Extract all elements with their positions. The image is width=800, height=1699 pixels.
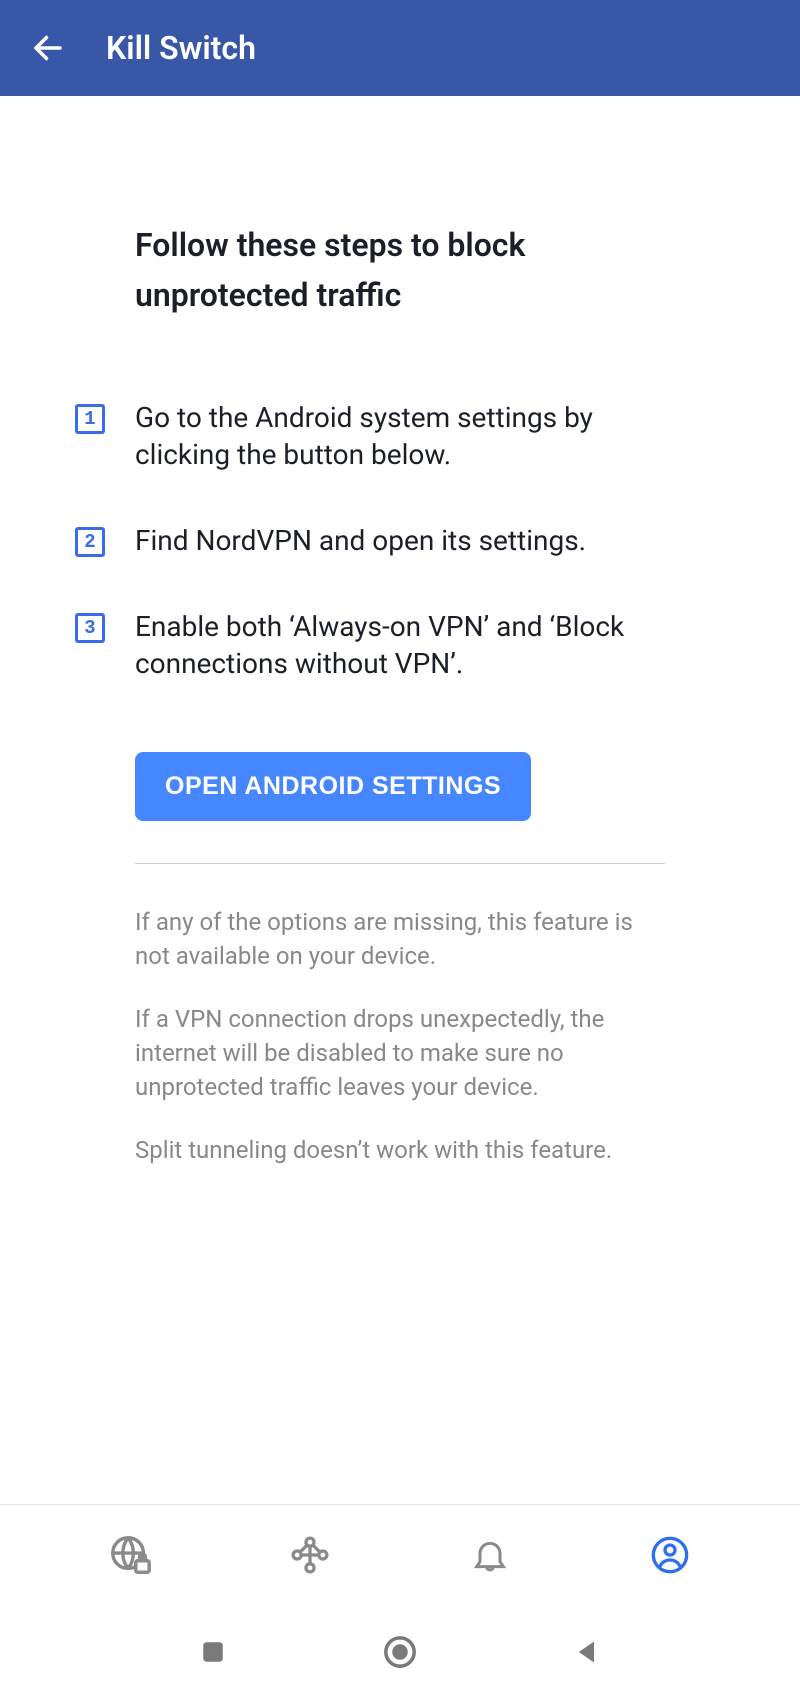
step-text: Find NordVPN and open its settings. <box>135 523 586 559</box>
nav-globe-lock[interactable] <box>105 1530 155 1580</box>
arrow-left-icon <box>30 30 66 66</box>
note-text: If a VPN connection drops unexpectedly, … <box>135 1003 665 1104</box>
page-title: Kill Switch <box>106 29 256 67</box>
back-button[interactable] <box>30 30 66 66</box>
nav-account[interactable] <box>645 1530 695 1580</box>
account-icon <box>650 1535 690 1575</box>
nav-notifications[interactable] <box>465 1530 515 1580</box>
system-nav-bar <box>0 1604 800 1699</box>
step-item: 3 Enable both ‘Always-on VPN’ and ‘Block… <box>75 609 665 682</box>
triangle-left-icon <box>573 1638 601 1666</box>
bell-icon <box>470 1535 510 1575</box>
globe-lock-icon <box>107 1532 153 1578</box>
main-heading: Follow these steps to block unprotected … <box>135 221 665 320</box>
step-number-badge: 1 <box>75 404 105 434</box>
steps-list: 1 Go to the Android system settings by c… <box>75 400 665 682</box>
nav-mesh[interactable] <box>285 1530 335 1580</box>
divider <box>135 863 665 864</box>
step-number-badge: 3 <box>75 613 105 643</box>
note-text: If any of the options are missing, this … <box>135 906 665 973</box>
circle-icon <box>383 1635 417 1669</box>
open-android-settings-button[interactable]: OPEN ANDROID SETTINGS <box>135 752 531 821</box>
system-back-button[interactable] <box>567 1632 607 1672</box>
step-item: 2 Find NordVPN and open its settings. <box>75 523 665 559</box>
app-bar: Kill Switch <box>0 0 800 96</box>
step-number-badge: 2 <box>75 527 105 557</box>
square-icon <box>200 1639 226 1665</box>
step-item: 1 Go to the Android system settings by c… <box>75 400 665 473</box>
mesh-icon <box>288 1533 332 1577</box>
bottom-nav <box>0 1504 800 1604</box>
step-text: Enable both ‘Always-on VPN’ and ‘Block c… <box>135 609 665 682</box>
note-text: Split tunneling doesn’t work with this f… <box>135 1134 665 1168</box>
system-home-button[interactable] <box>380 1632 420 1672</box>
step-text: Go to the Android system settings by cli… <box>135 400 665 473</box>
content-area: Follow these steps to block unprotected … <box>0 96 800 1168</box>
system-recent-button[interactable] <box>193 1632 233 1672</box>
